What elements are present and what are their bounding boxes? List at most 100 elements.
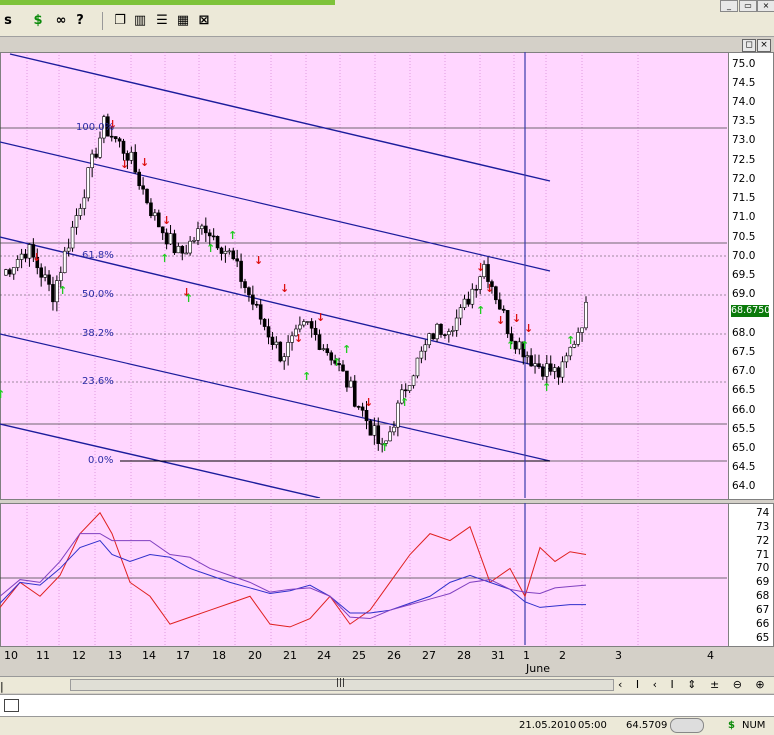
osc-tick-label: 72 [756,534,770,547]
candle-body [15,259,20,268]
window-icon[interactable] [4,699,19,712]
binoculars-icon[interactable]: ∞ [53,13,69,29]
candle-body [153,212,157,217]
status-dollar-icon: $ [728,720,735,731]
candle-body [556,367,561,378]
candle-body [478,276,482,290]
candle-body [497,299,502,310]
candle-body [419,350,424,359]
candle-body [388,431,392,442]
osc-tick-label: 67 [756,604,770,617]
progress-strip [0,0,335,5]
price-tick-label: 69.0 [732,288,756,301]
candle-body [82,197,87,209]
candle-body [176,246,181,254]
candle-body [196,228,200,241]
candle-body [180,246,185,254]
candle-body [223,250,228,254]
fib-label-50: 50.0% [82,289,114,300]
candle-body [576,332,580,345]
main-toolbar: s $ ∞ ? ❐ ▥ ☰ ▦ ⊠ _ ▭ × [0,0,774,37]
fib-label-382: 38.2% [82,328,114,339]
candle-body [188,240,192,254]
tile-horizontal-icon[interactable]: ☰ [154,13,170,29]
candle-body [356,406,361,408]
current-price-box: 68.6750 [731,305,771,317]
time-tick-label: 14 [142,649,156,662]
candle-body [349,380,353,388]
candle-body [39,267,43,278]
osc-tick-label: 69 [756,576,770,589]
candle-body [66,247,71,252]
candle-body [305,321,310,323]
candle-body [274,341,279,346]
candle-body [301,321,306,326]
candle-body [568,346,573,357]
candle-body [341,364,345,372]
price-tick-label: 66.5 [732,384,756,397]
help-icon[interactable]: ? [72,13,88,29]
candle-body [58,272,63,281]
candle-body [443,334,447,336]
price-tick-label: 66.0 [732,403,756,416]
candle-body [415,357,420,377]
fib-label-236: 23.6% [82,376,114,387]
candle-body [345,370,349,388]
price-tick-label: 73.0 [732,134,756,147]
osc-tick-label: 73 [756,520,770,533]
candle-body [501,308,506,311]
chart-close-button[interactable]: × [757,39,771,52]
price-tick-label: 67.0 [732,365,756,378]
tile-vertical-icon[interactable]: ▥ [132,13,148,29]
tile-grid-icon[interactable]: ▦ [175,13,191,29]
partial-button[interactable]: s [0,13,16,29]
osc-tick-label: 66 [756,618,770,631]
osc-tick-label: 74 [756,506,770,519]
oscillator-svg [0,503,727,645]
candle-body [86,167,91,199]
time-tick-label: 17 [176,649,190,662]
candle-body [435,323,439,340]
candle-body [450,330,455,332]
month-label: June [526,662,550,675]
price-tick-label: 70.0 [732,249,756,262]
arrange-icon[interactable]: ⊠ [196,13,212,29]
fib-label-618: 61.8% [82,250,114,261]
channel-lower-mid-line [0,333,551,462]
chart-restore-button[interactable]: ◻ [742,39,756,52]
close-button[interactable]: × [757,0,774,12]
candle-body [325,348,330,354]
restore-button[interactable]: ▭ [739,0,757,12]
candle-body [247,287,251,296]
candle-body [78,208,83,216]
status-slider[interactable] [670,718,704,733]
status-bar: 21.05.2010 05:00 64.5709 $ NUM [0,716,774,735]
price-chart-svg: ↓↓↓ ↓↓↓↓↓↓↓↓↓↓↓ ↓↓↑↑↑↑↑↑↑↑↑↑↑↑↑ ↑↑↑ [0,52,727,498]
candle-body [458,307,463,319]
scroll-left-icon[interactable]: | [0,680,4,693]
candle-body [43,274,47,278]
sell-arrow-icon: ↓ [162,214,171,227]
buy-arrow-icon: ↑ [506,339,515,352]
candle-body [251,294,255,305]
candle-body [368,420,373,436]
candle-body [137,171,141,187]
minimize-button[interactable]: _ [720,0,738,12]
price-tick-label: 65.5 [732,422,756,435]
price-tick-label: 73.5 [732,115,756,128]
buy-arrow-icon: ↑ [400,396,409,409]
cascade-windows-icon[interactable]: ❐ [112,13,128,29]
scrollbar-thumb[interactable]: ||| [70,678,614,691]
candle-body [470,288,475,305]
candle-body [62,250,67,273]
candle-body [494,286,498,301]
candle-body [313,327,318,335]
candle-body [411,375,416,386]
time-tick-label: 27 [422,649,436,662]
fib-label-100: 100.0% [76,122,115,133]
sell-arrow-icon: ↓ [364,396,373,409]
sell-arrow-icon: ↓ [316,311,325,324]
osc-tick-label: 71 [756,548,770,561]
candle-body [454,317,459,331]
dollar-icon[interactable]: $ [30,13,46,29]
